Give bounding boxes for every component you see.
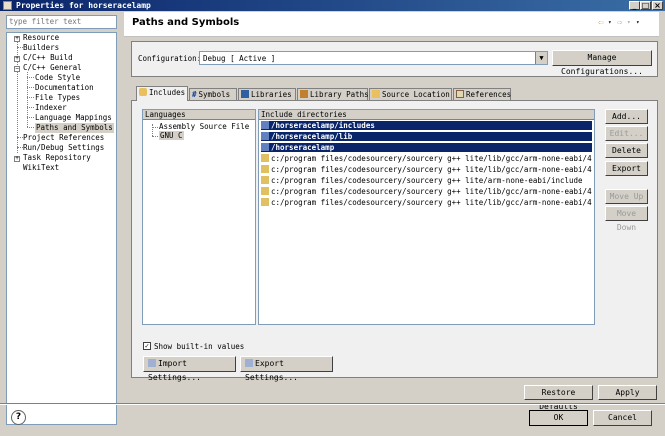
forward-arrow-icon[interactable]: ⇨ <box>617 18 622 28</box>
export-icon <box>245 359 253 367</box>
folder-icon <box>261 154 269 162</box>
folder-icon <box>261 165 269 173</box>
include-row[interactable]: c:/program files/codesourcery/sourcery g… <box>261 154 592 163</box>
tree-item-project-references[interactable]: Project References <box>23 133 104 143</box>
show-builtin-checkbox[interactable]: ✓ <box>143 342 151 350</box>
restore-defaults-button[interactable]: Restore Defaults <box>524 385 593 411</box>
folder-icon <box>261 176 269 184</box>
include-directories-header: Include directories <box>259 110 594 120</box>
property-tree: + Resource Builders + C/C++ Build − C/C+… <box>6 32 117 425</box>
folder-icon <box>372 90 380 98</box>
edit-button[interactable]: Edit... <box>605 126 648 141</box>
ok-button[interactable]: OK <box>529 410 588 426</box>
page-title: Paths and Symbols <box>132 17 240 28</box>
workspace-folder-icon <box>261 143 269 151</box>
filter-input-box[interactable] <box>6 15 117 29</box>
expand-resource-icon[interactable]: + <box>14 36 20 42</box>
chevron-down-icon[interactable]: ▼ <box>535 52 547 64</box>
workspace-folder-icon <box>261 132 269 140</box>
tree-item-task-repository[interactable]: Task Repository <box>23 153 91 163</box>
tree-item-documentation[interactable]: Documentation <box>35 83 94 93</box>
configuration-select[interactable]: Debug [ Active ] ▼ <box>199 51 548 65</box>
library-path-icon <box>300 90 308 98</box>
includes-icon <box>139 88 147 96</box>
tree-item-cc-general[interactable]: C/C++ General <box>23 63 82 73</box>
view-menu-icon[interactable]: ▾ <box>636 19 640 26</box>
workspace-folder-icon <box>261 121 269 129</box>
tab-references[interactable]: References <box>453 88 511 100</box>
library-icon <box>241 90 249 98</box>
include-row[interactable]: /horseracelamp <box>261 143 592 152</box>
delete-button[interactable]: Delete <box>605 143 648 158</box>
tab-libraries[interactable]: Libraries <box>238 88 296 100</box>
back-arrow-icon[interactable]: ⇦ <box>598 18 603 28</box>
language-item-gnu-c[interactable]: GNU C <box>159 131 184 140</box>
tree-item-file-types[interactable]: File Types <box>35 93 80 103</box>
import-settings-button[interactable]: Import Settings... <box>143 356 236 382</box>
include-directories-list: Include directories /horseracelamp/inclu… <box>258 109 595 325</box>
language-item-assembly[interactable]: Assembly Source File <box>159 122 249 131</box>
window-icon <box>3 1 12 10</box>
forward-dropdown-icon[interactable]: ▾ <box>627 19 631 26</box>
expand-task-repository-icon[interactable]: + <box>14 156 20 162</box>
filter-input[interactable] <box>7 16 116 27</box>
hash-icon: # <box>192 90 197 99</box>
move-up-button[interactable]: Move Up <box>605 189 648 204</box>
tree-item-cc-build[interactable]: C/C++ Build <box>23 53 73 63</box>
cancel-button[interactable]: Cancel <box>593 410 652 426</box>
expand-build-icon[interactable]: + <box>14 56 20 62</box>
tree-item-resource[interactable]: Resource <box>23 33 59 43</box>
show-builtin-label: Show built-in values <box>154 342 245 351</box>
languages-list: Languages Assembly Source File GNU C <box>142 109 256 325</box>
configuration-label: Configuration: <box>138 54 202 63</box>
tree-item-wikitext[interactable]: WikiText <box>23 163 59 173</box>
export-settings-button[interactable]: Export Settings... <box>240 356 333 382</box>
folder-icon <box>261 187 269 195</box>
languages-header: Languages <box>143 110 255 120</box>
include-row[interactable]: /horseracelamp/includes <box>261 121 592 130</box>
tree-item-indexer[interactable]: Indexer <box>35 103 67 113</box>
tree-item-builders[interactable]: Builders <box>23 43 59 53</box>
tree-item-language-mappings[interactable]: Language Mappings <box>35 113 112 123</box>
close-button[interactable]: × <box>652 1 663 10</box>
maximize-button[interactable]: □ <box>640 1 651 10</box>
include-row[interactable]: c:/program files/codesourcery/sourcery g… <box>261 187 592 196</box>
tab-library-paths[interactable]: Library Paths <box>297 88 369 100</box>
collapse-general-icon[interactable]: − <box>14 66 20 72</box>
minimize-button[interactable]: _ <box>629 1 640 10</box>
include-row[interactable]: /horseracelamp/lib <box>261 132 592 141</box>
window-title: Properties for horseracelamp <box>16 1 151 10</box>
include-row[interactable]: c:/program files/codesourcery/sourcery g… <box>261 198 592 207</box>
add-button[interactable]: Add... <box>605 109 648 124</box>
configuration-value: Debug [ Active ] <box>203 54 276 63</box>
help-icon[interactable]: ? <box>11 410 26 425</box>
footer-separator-highlight <box>0 404 665 405</box>
tab-symbols[interactable]: # Symbols <box>189 88 237 100</box>
import-icon <box>148 359 156 367</box>
export-button[interactable]: Export <box>605 161 648 176</box>
folder-icon <box>261 198 269 206</box>
back-dropdown-icon[interactable]: ▾ <box>608 19 612 26</box>
configuration-group: Configuration: Debug [ Active ] ▼ Manage… <box>131 41 658 77</box>
tab-includes[interactable]: Includes <box>136 86 188 101</box>
include-row[interactable]: c:/program files/codesourcery/sourcery g… <box>261 165 592 174</box>
tab-source-location[interactable]: Source Location <box>369 88 452 100</box>
title-bar: Properties for horseracelamp _ □ × <box>0 0 665 11</box>
tree-item-code-style[interactable]: Code Style <box>35 73 80 83</box>
tree-item-paths-and-symbols[interactable]: Paths and Symbols <box>35 123 114 133</box>
page-header: Paths and Symbols ⇦ ▾ ⇨ ▾ ▾ <box>124 12 659 37</box>
tree-item-run-debug-settings[interactable]: Run/Debug Settings <box>23 143 104 153</box>
include-row[interactable]: c:/program files/codesourcery/sourcery g… <box>261 176 592 185</box>
apply-button[interactable]: Apply <box>598 385 657 400</box>
reference-icon <box>456 90 464 98</box>
manage-configurations-button[interactable]: Manage Configurations... <box>552 50 652 76</box>
move-down-button[interactable]: Move Down <box>605 206 648 232</box>
